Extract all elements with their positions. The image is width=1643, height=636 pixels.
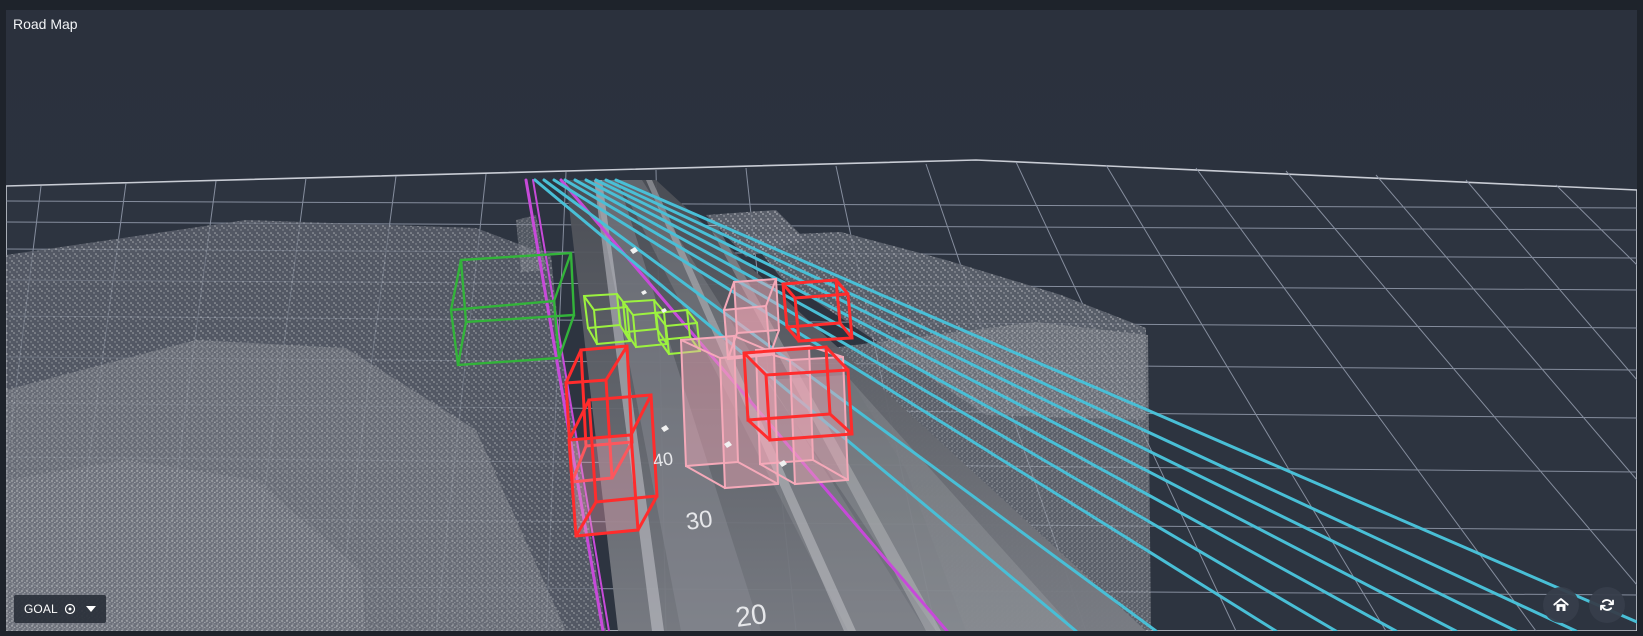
home-button[interactable]	[1543, 587, 1579, 623]
goal-dropdown[interactable]: GOAL	[14, 595, 106, 623]
panel-title: Road Map	[13, 16, 78, 32]
target-icon	[64, 603, 76, 615]
svg-text:30: 30	[684, 505, 714, 535]
goal-label: GOAL	[24, 602, 58, 616]
svg-text:20: 20	[734, 598, 769, 631]
chevron-down-icon	[85, 606, 96, 612]
svg-text:40: 40	[652, 448, 675, 471]
road-map-panel: Road Map 40 30 20 GOAL	[6, 10, 1637, 631]
refresh-icon	[1600, 599, 1614, 611]
road-map-3d-view[interactable]: 40 30 20	[6, 10, 1637, 631]
home-icon	[1553, 598, 1569, 611]
refresh-button[interactable]	[1589, 587, 1625, 623]
